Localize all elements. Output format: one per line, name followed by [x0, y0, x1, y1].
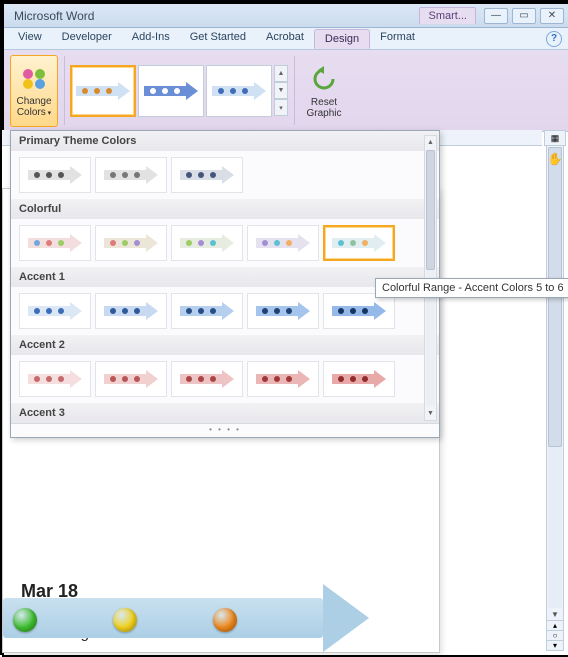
page-nav: ▼ ▴ ○ ▾ — [547, 608, 563, 650]
color-swatch[interactable] — [171, 157, 243, 193]
swatch-row-accent2 — [11, 355, 439, 403]
gallery-scroll: ▲ ▼ ▾ — [274, 65, 288, 117]
change-colors-label1: Change — [16, 96, 51, 107]
reset-label1: Reset — [311, 97, 337, 108]
section-label: Accent 1 — [19, 271, 65, 283]
close-button[interactable]: ✕ — [540, 8, 564, 24]
smartart-arrow[interactable] — [3, 590, 383, 646]
app-title: Microsoft Word — [14, 9, 94, 23]
vertical-scrollbar[interactable]: ▲ ▼ ▴ ○ ▾ — [546, 130, 564, 651]
ribbon: ChangeColors ▾ ▲ ▼ ▾ — [4, 50, 568, 132]
tab-format[interactable]: Format — [370, 28, 425, 49]
pan-hand-button[interactable]: ✋ — [544, 150, 566, 168]
color-swatch[interactable] — [247, 361, 319, 397]
panel-scroll-down[interactable]: ▼ — [425, 407, 436, 420]
reset-label2: Graphic — [306, 108, 341, 119]
color-swatch[interactable] — [323, 361, 395, 397]
style-item-1[interactable] — [70, 65, 136, 117]
section-label: Accent 2 — [19, 339, 65, 351]
contextual-tab-label[interactable]: Smart... — [419, 7, 476, 24]
arrow-dot-3[interactable] — [213, 608, 237, 632]
help-button[interactable]: ? — [546, 31, 562, 47]
prev-page-button[interactable]: ▴ — [547, 620, 563, 630]
swatch-row-colorful — [11, 219, 439, 267]
maximize-button[interactable]: ▭ — [512, 8, 536, 24]
color-swatch[interactable] — [95, 293, 167, 329]
color-circles-icon — [18, 62, 50, 94]
reset-graphic-button[interactable]: ResetGraphic — [300, 55, 348, 127]
tab-addins[interactable]: Add-Ins — [122, 28, 180, 49]
change-colors-button[interactable]: ChangeColors ▾ — [10, 55, 58, 127]
title-bar: Microsoft Word Smart... — ▭ ✕ — [4, 4, 568, 28]
next-page-button[interactable]: ▾ — [547, 640, 563, 650]
gallery-up-button[interactable]: ▲ — [274, 65, 288, 82]
color-swatch[interactable] — [95, 225, 167, 261]
browse-object-button[interactable]: ○ — [547, 630, 563, 640]
reset-icon — [308, 63, 340, 95]
ribbon-group-reset: ResetGraphic — [294, 50, 354, 131]
style-item-3[interactable] — [206, 65, 272, 117]
tab-acrobat[interactable]: Acrobat — [256, 28, 314, 49]
color-swatch[interactable] — [19, 293, 91, 329]
section-label: Primary Theme Colors — [19, 135, 136, 147]
color-swatch-hovered[interactable] — [323, 225, 395, 261]
section-label: Colorful — [19, 203, 61, 215]
style-item-2[interactable] — [138, 65, 204, 117]
tab-getstarted[interactable]: Get Started — [180, 28, 256, 49]
ribbon-group-colors: ChangeColors ▾ — [4, 50, 64, 131]
gallery-more-button[interactable]: ▾ — [274, 99, 288, 116]
section-accent3: Accent 3 ▲ — [11, 403, 439, 423]
gallery-down-button[interactable]: ▼ — [274, 82, 288, 99]
tooltip-text: Colorful Range - Accent Colors 5 to 6 — [382, 282, 564, 294]
change-colors-label2: Colors — [17, 107, 46, 118]
color-swatch[interactable] — [171, 293, 243, 329]
arrow-dot-2[interactable] — [113, 608, 137, 632]
panel-scroll-up[interactable]: ▲ — [425, 136, 436, 149]
tab-view[interactable]: View — [8, 28, 52, 49]
swatch-row-primary — [11, 151, 439, 199]
color-swatch[interactable] — [19, 361, 91, 397]
section-accent2: Accent 2 — [11, 335, 439, 355]
color-swatch[interactable] — [19, 225, 91, 261]
window-buttons: — ▭ ✕ — [484, 8, 564, 24]
color-swatch[interactable] — [19, 157, 91, 193]
panel-scroll-thumb[interactable] — [426, 150, 435, 270]
color-swatch[interactable] — [247, 293, 319, 329]
tab-developer[interactable]: Developer — [52, 28, 122, 49]
color-swatch[interactable] — [95, 157, 167, 193]
section-primary-theme: Primary Theme Colors ▲ — [11, 131, 439, 151]
dropdown-icon: ▾ — [46, 110, 51, 117]
ribbon-tabs: View Developer Add-Ins Get Started Acrob… — [4, 28, 568, 50]
arrow-dot-1[interactable] — [13, 608, 37, 632]
color-swatch[interactable] — [171, 225, 243, 261]
color-swatch[interactable] — [323, 293, 395, 329]
scroll-down-button[interactable]: ▼ — [547, 608, 563, 620]
panel-resize-grip[interactable]: • • • • — [11, 423, 439, 437]
minimize-button[interactable]: — — [484, 8, 508, 24]
tooltip: Colorful Range - Accent Colors 5 to 6 — [375, 278, 568, 298]
color-swatch[interactable] — [95, 361, 167, 397]
color-swatch[interactable] — [171, 361, 243, 397]
section-label: Accent 3 — [19, 407, 65, 419]
section-colorful: Colorful — [11, 199, 439, 219]
ribbon-group-styles: ▲ ▼ ▾ — [64, 50, 294, 131]
smartart-style-gallery — [70, 65, 272, 117]
ruler-toggle-button[interactable]: ▦ — [544, 130, 566, 146]
color-swatch[interactable] — [247, 225, 319, 261]
tab-design[interactable]: Design — [314, 29, 370, 49]
